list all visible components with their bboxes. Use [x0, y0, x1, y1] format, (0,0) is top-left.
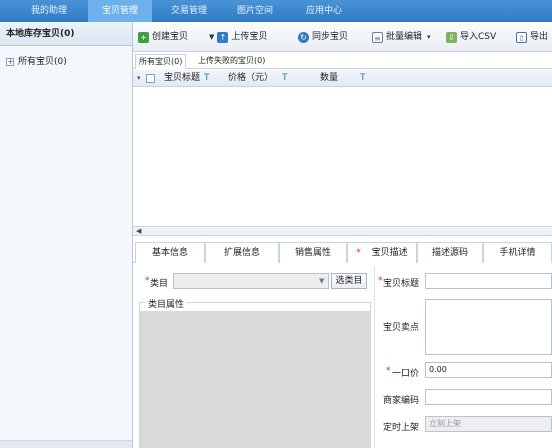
- sync-item-button[interactable]: ↻ 同步宝贝: [298, 30, 348, 44]
- document-icon: ≡: [372, 31, 383, 43]
- create-item-label: 创建宝贝: [152, 32, 189, 42]
- tab-upload-failed[interactable]: 上传失败的宝贝(0): [195, 54, 268, 69]
- dropdown-arrow-icon[interactable]: ▼: [209, 30, 214, 44]
- filter-icon[interactable]: T: [282, 70, 288, 87]
- list-tabs: 所有宝贝(0) 上传失败的宝贝(0): [133, 52, 552, 69]
- local-inventory-panel: 本地库存宝贝(0) + 所有宝贝(0): [0, 22, 133, 448]
- scheduled-listing-field[interactable]: 立刻上架: [425, 416, 552, 432]
- toolbar: + 创建宝贝 ▼ ↑ 上传宝贝 ↻ 同步宝贝 ≡ 批量编辑 ▾ ⇩ 导入CSV …: [133, 22, 552, 52]
- required-mark: *: [356, 248, 361, 258]
- tab-all-items[interactable]: 所有宝贝(0): [135, 54, 187, 69]
- column-price[interactable]: 价格（元）: [228, 70, 273, 87]
- create-item-button[interactable]: + 创建宝贝: [138, 30, 188, 44]
- expand-icon[interactable]: +: [6, 58, 14, 66]
- detail-tabs: 基本信息 扩展信息 销售属性 * 宝贝描述 描述源码 手机详情: [133, 242, 552, 263]
- category-attributes-group: 类目属性: [139, 297, 371, 448]
- tab-description-source[interactable]: 描述源码: [417, 242, 483, 263]
- price-label: 一口价: [392, 369, 420, 379]
- filter-icon[interactable]: T: [360, 70, 366, 87]
- item-title-label: 宝贝标题: [383, 279, 420, 289]
- select-all-checkbox[interactable]: [146, 74, 155, 83]
- category-attributes-area: [140, 311, 370, 448]
- export-button[interactable]: ⇧ 导出: [516, 30, 548, 44]
- scheduled-listing-label: 定时上架: [383, 423, 420, 433]
- required-mark: *: [378, 276, 383, 286]
- item-grid-header: ▾ 宝贝标题 T 价格（元） T 数量 T: [133, 70, 552, 87]
- filter-icon[interactable]: T: [204, 70, 210, 87]
- select-category-button[interactable]: 选类目: [331, 273, 367, 289]
- batch-edit-label: 批量编辑: [386, 32, 423, 42]
- sync-item-label: 同步宝贝: [312, 32, 349, 42]
- tab-sales-attributes[interactable]: 销售属性: [279, 242, 347, 263]
- import-csv-label: 导入CSV: [460, 32, 497, 42]
- import-csv-button[interactable]: ⇩ 导入CSV: [446, 30, 496, 44]
- nav-tab-assistant[interactable]: 我的助理: [20, 0, 78, 22]
- csv-icon: ⇩: [446, 31, 457, 43]
- required-mark: *: [386, 366, 391, 376]
- upload-item-label: 上传宝贝: [231, 32, 268, 42]
- horizontal-scrollbar[interactable]: ◀: [133, 226, 552, 236]
- nav-tab-trade-management[interactable]: 交易管理: [160, 0, 218, 22]
- scroll-left-icon[interactable]: ◀: [136, 227, 141, 236]
- column-menu-icon[interactable]: ▾: [137, 70, 141, 87]
- category-field[interactable]: [173, 273, 329, 289]
- tab-extended-info[interactable]: 扩展信息: [205, 242, 279, 263]
- export-icon: ⇧: [516, 31, 527, 43]
- price-input[interactable]: 0.00: [425, 362, 552, 378]
- nav-tab-app-center[interactable]: 应用中心: [292, 0, 356, 22]
- tab-basic-info[interactable]: 基本信息: [135, 242, 205, 263]
- tab-mobile-details[interactable]: 手机详情: [483, 242, 552, 263]
- selling-points-label: 宝贝卖点: [383, 323, 420, 333]
- chevron-down-icon[interactable]: ▾: [427, 30, 431, 44]
- upload-item-button[interactable]: ▼ ↑ 上传宝贝: [209, 30, 267, 44]
- tab-item-description-label: 宝贝描述: [371, 248, 408, 258]
- top-nav-bar: 我的助理 宝贝管理 交易管理 图片空间 应用中心: [0, 0, 552, 22]
- item-title-input[interactable]: [425, 273, 552, 289]
- panel-title: 本地库存宝贝(0): [0, 22, 132, 46]
- tree-item-all-items[interactable]: + 所有宝贝(0): [6, 56, 67, 68]
- merchant-code-label: 商家编码: [383, 396, 420, 406]
- add-icon: +: [138, 31, 149, 43]
- nav-tab-image-space[interactable]: 图片空间: [226, 0, 284, 22]
- batch-edit-button[interactable]: ≡ 批量编辑 ▾: [372, 30, 431, 44]
- column-quantity[interactable]: 数量: [320, 70, 338, 87]
- sync-icon: ↻: [298, 31, 309, 43]
- panel-footer: [0, 440, 132, 448]
- column-divider: [374, 266, 375, 448]
- category-attributes-label: 类目属性: [146, 297, 187, 310]
- selling-points-input[interactable]: [425, 299, 552, 355]
- column-title[interactable]: 宝贝标题: [164, 70, 200, 87]
- tab-item-description[interactable]: * 宝贝描述: [347, 242, 417, 263]
- category-label: 类目: [150, 279, 169, 289]
- export-label: 导出: [530, 32, 549, 42]
- tree-item-label: 所有宝贝(0): [18, 57, 67, 67]
- merchant-code-input[interactable]: [425, 389, 552, 405]
- chevron-down-icon[interactable]: ▼: [319, 277, 324, 285]
- item-grid-body: [133, 87, 552, 226]
- nav-tab-item-management[interactable]: 宝贝管理: [88, 0, 152, 22]
- upload-icon: ↑: [217, 31, 229, 43]
- required-mark: *: [145, 276, 150, 286]
